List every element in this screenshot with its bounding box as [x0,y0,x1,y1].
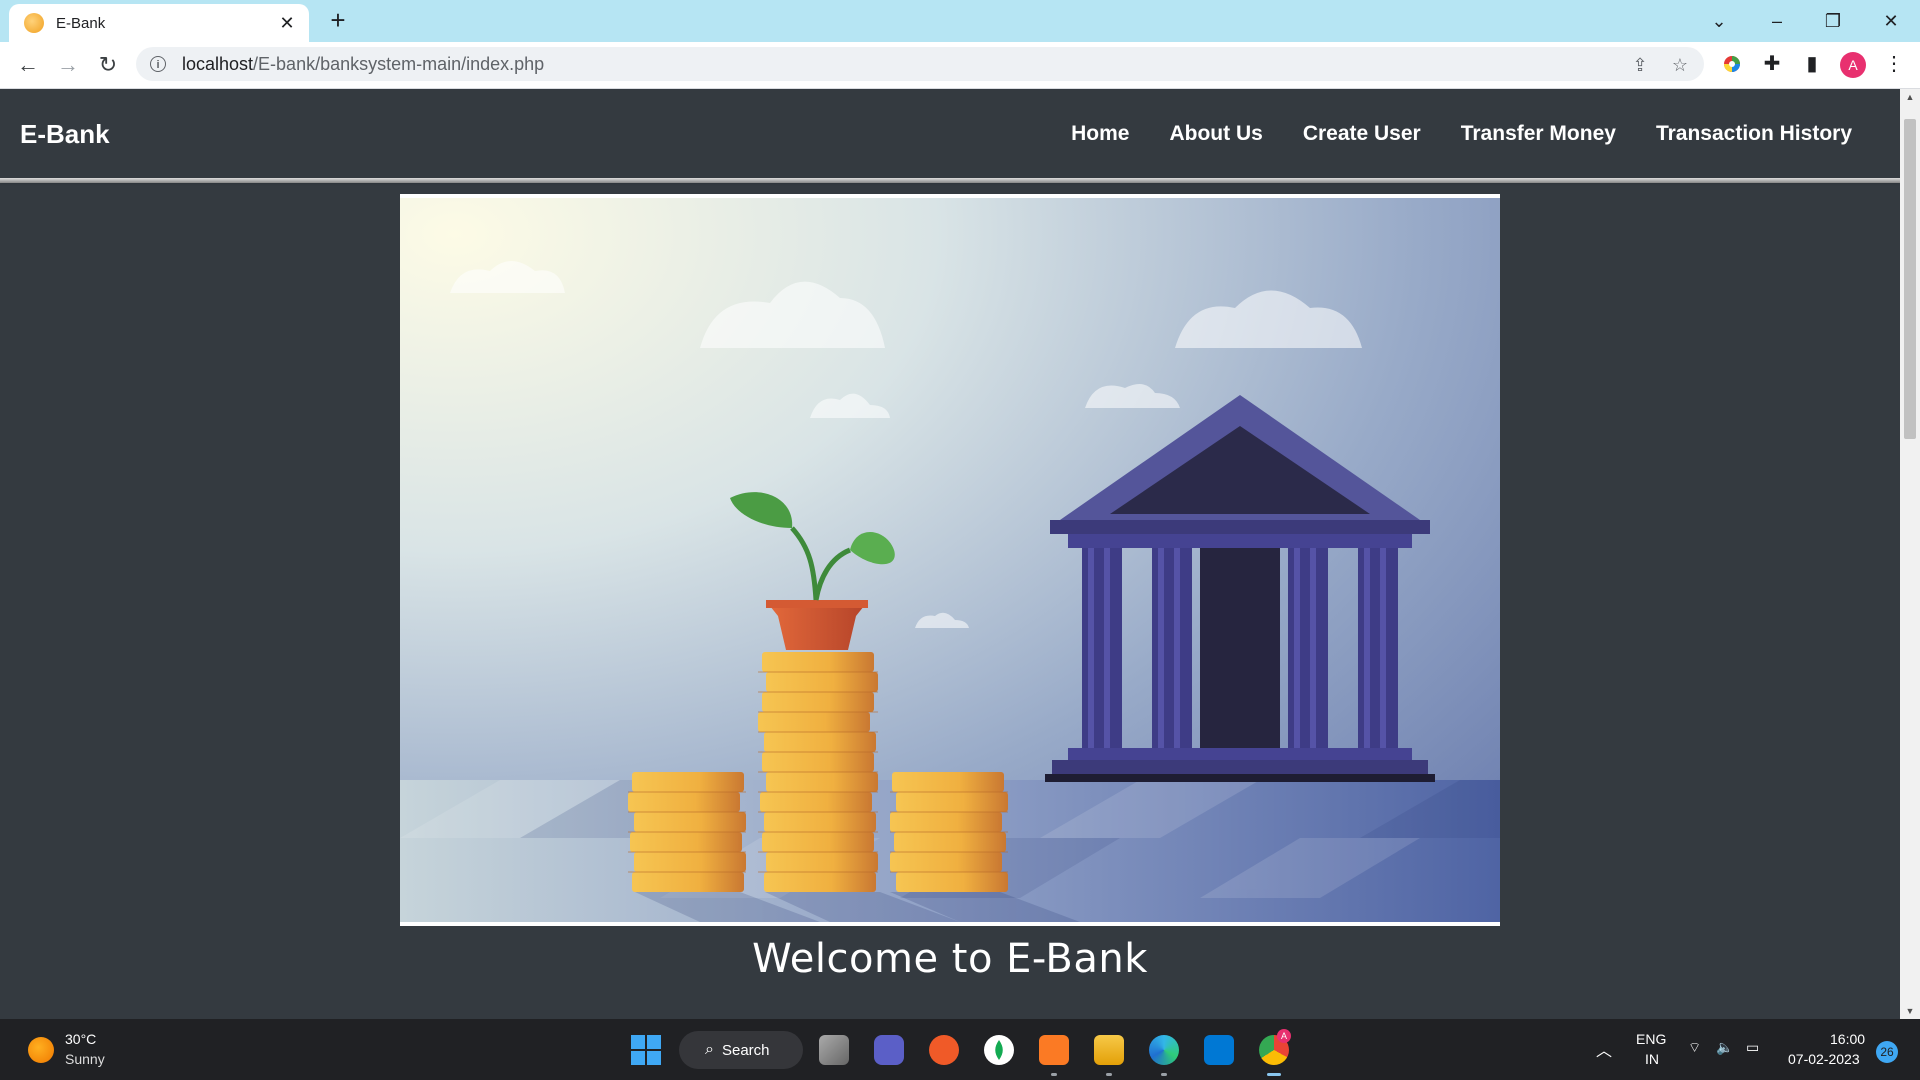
windows-taskbar: 30°C Sunny ⌕ Search A ︿ ENG IN ⌔ 🔈 ▭ 16:… [0,1019,1920,1080]
chevron-down-icon[interactable]: ⌄ [1702,6,1736,36]
reload-icon[interactable]: ↻ [94,51,122,79]
side-panel-icon[interactable]: ▮ [1798,50,1826,78]
scroll-up-icon[interactable]: ▲ [1900,89,1920,105]
teams-chat-icon[interactable] [874,1035,904,1065]
close-icon[interactable]: ✕ [277,13,297,33]
vscode-icon[interactable] [1204,1035,1234,1065]
edge-icon[interactable] [1149,1035,1179,1076]
more-vert-icon[interactable]: ⋮ [1880,50,1908,78]
region-indicator[interactable]: IN [1645,1051,1659,1067]
profile-avatar[interactable]: A [1840,52,1866,78]
nav-link-transaction-history[interactable]: Transaction History [1656,122,1852,146]
puzzle-icon[interactable]: ✚ [1758,50,1786,78]
site-brand[interactable]: E-Bank [20,119,110,150]
minimize-icon[interactable]: – [1760,6,1794,36]
clock-time[interactable]: 16:00 [1830,1031,1865,1047]
bank-illustration [400,198,1500,922]
battery-icon[interactable]: ▭ [1746,1039,1759,1056]
weather-condition[interactable]: Sunny [65,1051,105,1067]
windows-start-icon[interactable] [631,1035,661,1065]
navbar-divider [0,178,1900,183]
nav-link-transfer-money[interactable]: Transfer Money [1461,122,1616,146]
page-scrollbar[interactable]: ▲ ▼ [1900,89,1920,1019]
clock-date[interactable]: 07-02-2023 [1788,1051,1860,1067]
language-indicator[interactable]: ENG [1636,1031,1666,1047]
site-navbar: E-Bank Home About Us Create User Transfe… [0,89,1900,178]
taskbar-search-label: Search [721,1041,770,1059]
taskbar-search[interactable]: ⌕ Search [679,1031,803,1069]
browser-tab[interactable]: E-Bank ✕ [9,4,309,42]
tab-title: E-Bank [56,14,106,32]
search-icon: ⌕ [705,1041,714,1058]
task-view-icon[interactable] [819,1035,849,1065]
swift-app-icon[interactable] [929,1035,959,1065]
chevron-up-icon[interactable]: ︿ [1596,1037,1612,1061]
sun-icon[interactable] [28,1037,54,1063]
file-explorer-icon[interactable] [1094,1035,1124,1076]
browser-tab-strip: E-Bank ✕ + ⌄ – ❐ ✕ [0,0,1920,42]
chrome-icon[interactable]: A [1259,1029,1291,1076]
url-text: localhost/E-bank/banksystem-main/index.p… [182,53,545,74]
color-extension-icon[interactable] [1718,50,1746,78]
volume-icon[interactable]: 🔈 [1716,1039,1733,1056]
wifi-icon[interactable]: ⌔ [1688,1039,1701,1057]
hero-image [400,194,1500,926]
nav-link-create-user[interactable]: Create User [1303,122,1421,146]
plus-icon[interactable]: + [326,6,350,34]
mongodb-compass-icon[interactable] [984,1035,1014,1065]
star-icon[interactable]: ☆ [1668,53,1692,77]
address-bar[interactable]: i localhost/E-bank/banksystem-main/index… [136,47,1704,81]
nav-link-home[interactable]: Home [1071,122,1129,146]
weather-temperature[interactable]: 30°C [65,1031,96,1047]
share-icon[interactable]: ⇪ [1628,53,1652,77]
window-close-icon[interactable]: ✕ [1874,6,1908,36]
arrow-right-icon[interactable]: → [54,51,82,79]
notification-badge[interactable]: 26 [1876,1041,1898,1063]
info-icon[interactable]: i [150,56,166,72]
web-page: E-Bank Home About Us Create User Transfe… [0,89,1900,1019]
nav-link-about-us[interactable]: About Us [1169,122,1262,146]
restore-icon[interactable]: ❐ [1816,6,1850,36]
scroll-down-icon[interactable]: ▼ [1900,1003,1920,1019]
scrollbar-thumb[interactable] [1904,119,1916,439]
nav-links: Home About Us Create User Transfer Money… [1071,122,1852,146]
chrome-profile-badge: A [1277,1029,1291,1043]
browser-toolbar: ← → ↻ i localhost/E-bank/banksystem-main… [0,42,1920,89]
xampp-icon[interactable] [1039,1035,1069,1076]
site-favicon-icon [24,13,44,33]
welcome-heading: Welcome to E-Bank [752,936,1148,982]
arrow-left-icon[interactable]: ← [14,51,42,79]
